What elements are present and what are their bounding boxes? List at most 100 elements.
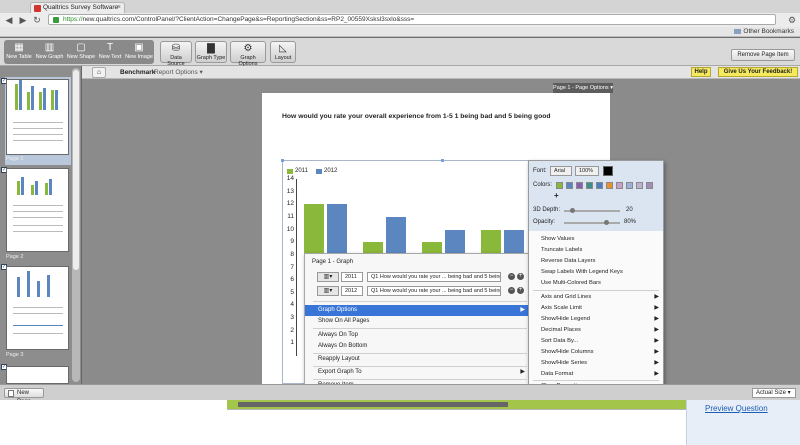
option-show-values[interactable]: Show Values [529, 234, 663, 244]
option-truncate-labels[interactable]: Truncate Labels [529, 245, 663, 255]
opacity-slider-knob[interactable] [604, 220, 609, 225]
submenu-arrow-icon: ▶ [654, 349, 659, 355]
new-shape-button[interactable]: ▢ New Shape [66, 41, 96, 63]
forward-icon[interactable]: ▶ [17, 14, 29, 26]
page-thumbnail[interactable] [6, 366, 69, 384]
option-data-format[interactable]: Data Format ▶ [529, 369, 663, 379]
option-legend[interactable]: Show/Hide Legend ▶ [529, 314, 663, 324]
sidebar-scrollbar-thumb[interactable] [73, 70, 79, 270]
other-bookmarks[interactable]: Other Bookmarks [734, 27, 794, 37]
new-graph-button[interactable]: ▥ New Graph [34, 41, 65, 63]
remove-row-icon[interactable]: − [508, 273, 515, 280]
legend-label-2011: 2011 [295, 168, 308, 174]
option-decimal-places[interactable]: Decimal Places ▶ [529, 325, 663, 335]
color-swatch[interactable] [626, 182, 633, 189]
reload-icon[interactable]: ↻ [31, 14, 43, 26]
menu-item-always-on-top[interactable]: Always On Top [305, 330, 529, 341]
year-select[interactable]: 2012 [341, 286, 363, 296]
color-swatch[interactable] [566, 182, 573, 189]
add-row-icon[interactable]: + [517, 287, 524, 294]
submenu-arrow-icon: ▶ [654, 371, 659, 377]
menu-divider [313, 328, 527, 329]
zoom-select[interactable]: Actual Size ▾ [752, 388, 796, 398]
table-icon: ▦ [14, 42, 24, 53]
y-tick-label: 13 [286, 187, 294, 195]
remove-row-icon[interactable]: − [508, 287, 515, 294]
depth-slider-knob[interactable] [570, 208, 575, 213]
menu-item-show-on-all-pages[interactable]: Show On All Pages [305, 316, 529, 327]
page-sidebar: ✓ Page 1 ✓ Page 2 ✓ Page 3 ✓ [0, 66, 82, 384]
option-series[interactable]: Show/Hide Series ▶ [529, 358, 663, 368]
feedback-button[interactable]: Give Us Your Feedback! [718, 67, 798, 77]
back-icon[interactable]: ◀ [3, 14, 15, 26]
graph-icon: ▥ [44, 42, 55, 53]
browser-tab[interactable]: Qualtrics Survey Software × [30, 2, 125, 13]
layout-button[interactable]: ◺ Layout [270, 41, 296, 63]
resize-handle[interactable] [441, 159, 444, 162]
close-tab-icon[interactable]: × [117, 3, 121, 13]
qualtrics-favicon-icon [34, 5, 41, 12]
data-layer-icon[interactable]: ▥▾ [317, 272, 339, 282]
option-sort-data[interactable]: Sort Data By... ▶ [529, 336, 663, 346]
color-swatch[interactable] [596, 182, 603, 189]
option-axis-grid[interactable]: Axis and Grid Lines ▶ [529, 292, 663, 302]
option-axis-scale[interactable]: Axis Scale Limit ▶ [529, 303, 663, 313]
submenu-arrow-icon: ▶ [520, 307, 525, 313]
report-options-dropdown[interactable]: Report Options ▾ [154, 66, 203, 79]
remove-page-item-button[interactable]: Remove Page Item [731, 49, 795, 61]
color-swatch[interactable] [606, 182, 613, 189]
graph-type-button[interactable]: ▇ Graph Type [195, 41, 227, 63]
color-swatch[interactable] [576, 182, 583, 189]
database-icon: ⛁ [171, 43, 181, 54]
bookmarks-bar: Other Bookmarks [0, 27, 800, 37]
opacity-value: 80% [624, 219, 637, 225]
url-toolbar: ◀ ▶ ↻ https://new.qualtrics.com/ControlP… [0, 13, 800, 27]
question-select[interactable]: Q1 How would you rate your ... being bad… [367, 272, 501, 282]
data-layer-icon[interactable]: ▥▾ [317, 286, 339, 296]
question-select[interactable]: Q1 How would you rate your ... being bad… [367, 286, 501, 296]
help-button[interactable]: Help [691, 67, 711, 77]
new-page-button[interactable]: New Page [4, 388, 44, 405]
new-text-button[interactable]: T New Text [97, 41, 123, 63]
resize-handle[interactable] [281, 159, 284, 162]
option-swap-labels[interactable]: Swap Labels With Legend Keys [529, 267, 663, 277]
year-select[interactable]: 2011 [341, 272, 363, 282]
option-columns[interactable]: Show/Hide Columns ▶ [529, 347, 663, 357]
add-color-icon[interactable]: + [554, 191, 559, 200]
address-bar[interactable]: https://new.qualtrics.com/ControlPanel/?… [48, 14, 776, 25]
tab-title: Qualtrics Survey Software [43, 4, 119, 11]
color-swatch[interactable] [556, 182, 563, 189]
preview-question-link[interactable]: Preview Question [705, 404, 768, 413]
color-swatch[interactable] [586, 182, 593, 189]
add-row-icon[interactable]: + [517, 273, 524, 280]
page-thumbnail[interactable] [6, 168, 69, 252]
color-swatch[interactable] [636, 182, 643, 189]
menu-item-export-graph[interactable]: Export Graph To ▶ [305, 367, 529, 378]
opacity-label: Opacity: [533, 219, 556, 225]
menu-item-reapply-layout[interactable]: Reapply Layout [305, 354, 529, 365]
font-color-picker[interactable] [603, 166, 613, 176]
graph-options-button[interactable]: ⚙ Graph Options [230, 41, 266, 67]
color-swatch[interactable] [616, 182, 623, 189]
wrench-icon[interactable]: ⚙ [786, 14, 798, 26]
new-image-button[interactable]: ▣ New Image [124, 41, 154, 63]
home-icon[interactable]: ⌂ [92, 67, 106, 78]
font-size-select[interactable]: 100% [575, 166, 599, 176]
submenu-arrow-icon: ▶ [654, 316, 659, 322]
breadcrumb-benchmark[interactable]: Benchmark [120, 66, 155, 79]
submenu-arrow-icon: ▶ [520, 369, 525, 375]
option-multi-colored-bars[interactable]: Use Multi-Colored Bars [529, 278, 663, 288]
page-thumbnail[interactable] [6, 266, 69, 350]
menu-item-graph-options[interactable]: Graph Options ▶ [305, 305, 529, 316]
opacity-slider[interactable] [564, 222, 620, 224]
color-swatch[interactable] [646, 182, 653, 189]
option-reverse-layers[interactable]: Reverse Data Layers [529, 256, 663, 266]
page-options-dropdown[interactable]: Page 1 - Page Options ▾ [553, 83, 613, 93]
url-scheme: https:// [63, 16, 83, 23]
new-table-button[interactable]: ▦ New Table [5, 41, 33, 63]
y-tick-label: 6 [290, 276, 294, 284]
menu-item-always-on-bottom[interactable]: Always On Bottom [305, 341, 529, 352]
font-family-select[interactable]: Arial [550, 166, 572, 176]
data-source-button[interactable]: ⛁ Data Source [160, 41, 192, 67]
page-thumbnail[interactable] [6, 79, 69, 155]
